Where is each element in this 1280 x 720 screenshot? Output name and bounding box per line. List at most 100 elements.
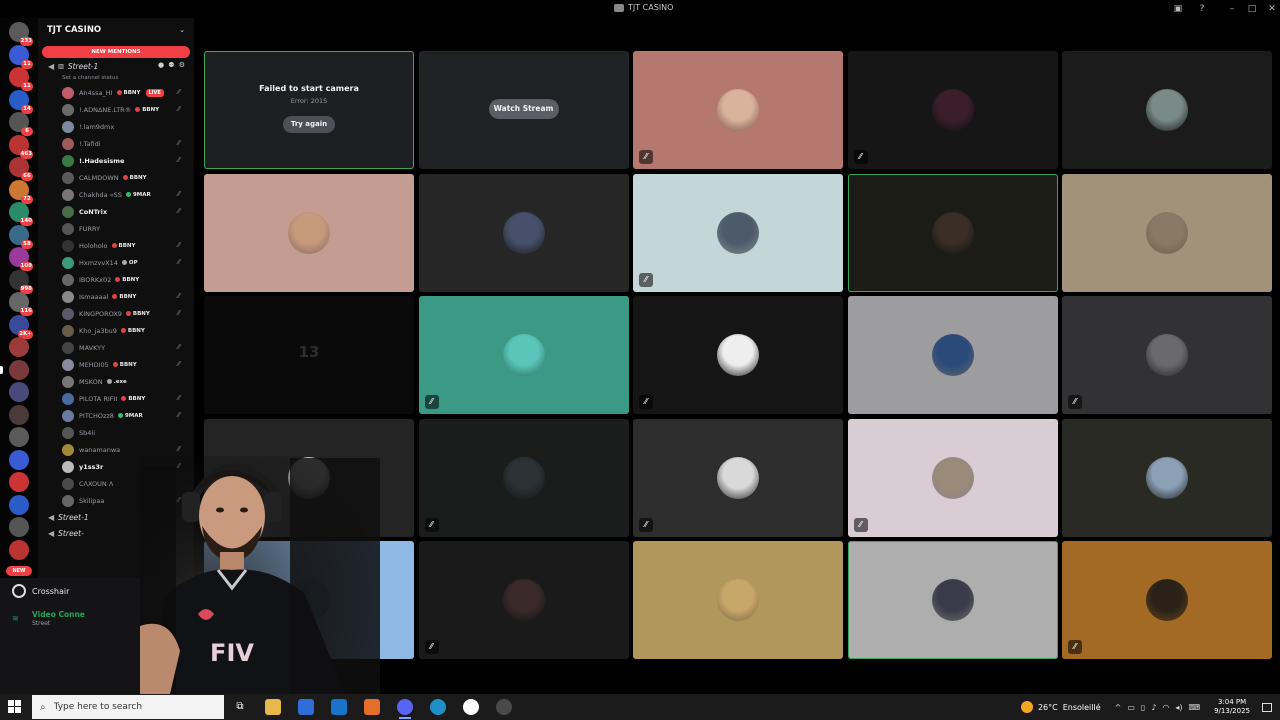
video-tile[interactable] [418, 173, 629, 292]
server-icon[interactable]: 72 [9, 179, 33, 204]
voice-member[interactable]: y1ss3r ⁄⁄ [38, 458, 194, 475]
video-tile[interactable]: ⁄⁄ [633, 296, 843, 414]
voice-channel-street[interactable]: ◀ ▥ Street-1 ● ⚉ ⚙ [38, 58, 194, 74]
maximize-icon[interactable]: □ [1246, 3, 1258, 15]
voice-member[interactable]: CALMDOWN BBNY [38, 169, 194, 186]
new-mentions-button[interactable]: NEW MENTIONS [42, 46, 190, 58]
video-tile[interactable]: ⁄⁄ [418, 296, 629, 414]
task-view-icon[interactable]: ⧉ [232, 699, 248, 715]
server-icon[interactable]: 998 [9, 269, 33, 294]
video-tile[interactable] [847, 296, 1058, 414]
voice-member[interactable]: Kho_ja3bu9 BBNY [38, 322, 194, 339]
outlook-icon[interactable] [331, 699, 347, 715]
close-icon[interactable]: ✕ [1266, 3, 1278, 15]
server-icon[interactable]: 140 [9, 202, 33, 226]
microphone-icon[interactable]: ♪ [1151, 703, 1156, 712]
video-tile[interactable]: ⁄⁄ [418, 418, 629, 537]
channel-controls[interactable]: ● ⚉ ⚙ [158, 61, 186, 69]
try-again-button[interactable]: Try again [283, 116, 335, 133]
voice-member[interactable]: KINGPOROX9 BBNY ⁄⁄ [38, 305, 194, 322]
voice-member[interactable]: !.Hadesisme ⁄⁄ [38, 152, 194, 169]
server-icon[interactable]: 66 [9, 157, 33, 181]
video-tile[interactable]: ⁄⁄ [633, 418, 843, 537]
channel-status[interactable]: Set a channel status [38, 74, 194, 82]
server-icon[interactable]: 6 [9, 112, 33, 136]
app-icon[interactable] [364, 699, 380, 715]
server-icon[interactable]: 2K+ [9, 314, 33, 339]
chevron-up-icon[interactable]: ^ [1115, 703, 1122, 712]
discord-icon[interactable] [397, 699, 413, 719]
crosshair-app-icon[interactable] [463, 699, 479, 715]
voice-member[interactable]: !.ADNΔNE.LTR® BBNY ⁄⁄ [38, 101, 194, 118]
video-tile[interactable]: ⁄⁄ [847, 51, 1058, 169]
voice-channel[interactable]: ◀ Street- [38, 525, 194, 541]
server-icon[interactable]: 463 [9, 134, 33, 159]
edge-icon[interactable] [430, 699, 446, 715]
server-icon[interactable] [9, 494, 29, 515]
video-tile[interactable] [204, 173, 414, 292]
voice-member[interactable]: HxmzvvX14 OP ⁄⁄ [38, 254, 194, 271]
server-header[interactable]: TJT CASINO ⌄ [38, 18, 194, 42]
voice-member[interactable]: CoNTrix ⁄⁄ [38, 203, 194, 220]
video-tile[interactable]: Watch Stream [418, 51, 629, 169]
server-icon[interactable] [9, 382, 29, 402]
voice-member[interactable]: wanamanwa ⁄⁄ [38, 441, 194, 458]
voice-member[interactable]: !.Tafidi ⁄⁄ [38, 135, 194, 152]
network-icon[interactable]: ▭ [1127, 703, 1135, 712]
server-icon[interactable]: 109 [9, 247, 33, 271]
weather-widget[interactable]: 26°C Ensoleillé [1020, 701, 1101, 713]
voice-member[interactable]: IBORKx02 BBNY [38, 271, 194, 288]
taskbar-search[interactable]: ⌕ [32, 695, 224, 719]
video-tile[interactable]: Failed to start camera Error: 2015 Try aga… [204, 51, 414, 169]
voice-member[interactable]: PILOTA RIFII BBNY ⁄⁄ [38, 390, 194, 407]
watch-stream-button[interactable]: Watch Stream [488, 99, 559, 119]
server-icon[interactable]: 11 [9, 44, 33, 69]
voice-channel[interactable]: ◀ Street-1 [38, 509, 194, 525]
windows-start-icon[interactable] [8, 700, 21, 713]
voice-member[interactable]: CΛXOUN Λ [38, 475, 194, 492]
inbox-icon[interactable]: ▣ [1172, 3, 1184, 15]
voice-member[interactable]: MEHDI05 BBNY ⁄⁄ [38, 356, 194, 373]
video-tile[interactable] [847, 173, 1058, 292]
activity-row[interactable]: Crosshair [12, 584, 69, 598]
video-tile[interactable] [204, 418, 414, 537]
video-tile[interactable]: 13 [204, 296, 414, 414]
help-icon[interactable]: ? [1196, 3, 1208, 15]
minimize-icon[interactable]: – [1226, 3, 1238, 15]
video-tile[interactable]: ⁄⁄ [1062, 296, 1272, 414]
voice-member[interactable]: PITCHOzz8 9MAR ⁄⁄ [38, 407, 194, 424]
notification-icon[interactable] [1262, 702, 1272, 712]
server-icon[interactable] [9, 539, 29, 560]
voice-member[interactable]: MAVKYY ⁄⁄ [38, 339, 194, 356]
file-explorer-icon[interactable] [265, 699, 281, 715]
taskbar-search-input[interactable] [53, 702, 214, 712]
server-icon[interactable] [9, 337, 29, 357]
server-icon[interactable]: 233 [9, 22, 33, 46]
voice-member[interactable]: Ismaaaal BBNY ⁄⁄ [38, 288, 194, 305]
voice-connection-status[interactable]: Video Conne [32, 610, 85, 619]
video-tile[interactable] [1062, 173, 1272, 292]
voice-member[interactable]: !.lam9dmx [38, 118, 194, 135]
battery-icon[interactable]: ▯ [1141, 703, 1145, 712]
video-tile[interactable]: ⁄⁄ [1062, 541, 1272, 659]
server-icon[interactable] [9, 449, 29, 470]
wifi-icon[interactable]: ◠ [1162, 703, 1169, 712]
server-icon[interactable] [9, 472, 29, 492]
video-tile[interactable] [633, 541, 843, 659]
server-icon[interactable]: 58 [9, 224, 33, 249]
server-icon[interactable]: 116 [9, 292, 33, 316]
server-icon[interactable] [9, 427, 29, 447]
video-tile[interactable]: ⁄⁄ [418, 541, 629, 659]
voice-member[interactable]: Sb4ii [38, 424, 194, 441]
video-tile[interactable] [1062, 418, 1272, 537]
voice-member[interactable]: MSKON .exe [38, 373, 194, 390]
voice-member[interactable]: An4ssa_HI BBNY LIVE ⁄⁄ [38, 84, 194, 101]
server-icon[interactable] [9, 404, 29, 425]
volume-icon[interactable]: ◂) [1175, 703, 1182, 712]
server-icon[interactable]: 14 [9, 89, 33, 114]
voice-member[interactable]: Skilipaa ⁄⁄ [38, 492, 194, 509]
store-icon[interactable] [298, 699, 314, 715]
streaming-app-icon[interactable] [496, 699, 512, 715]
server-icon[interactable] [0, 359, 29, 380]
video-tile[interactable] [204, 541, 414, 659]
